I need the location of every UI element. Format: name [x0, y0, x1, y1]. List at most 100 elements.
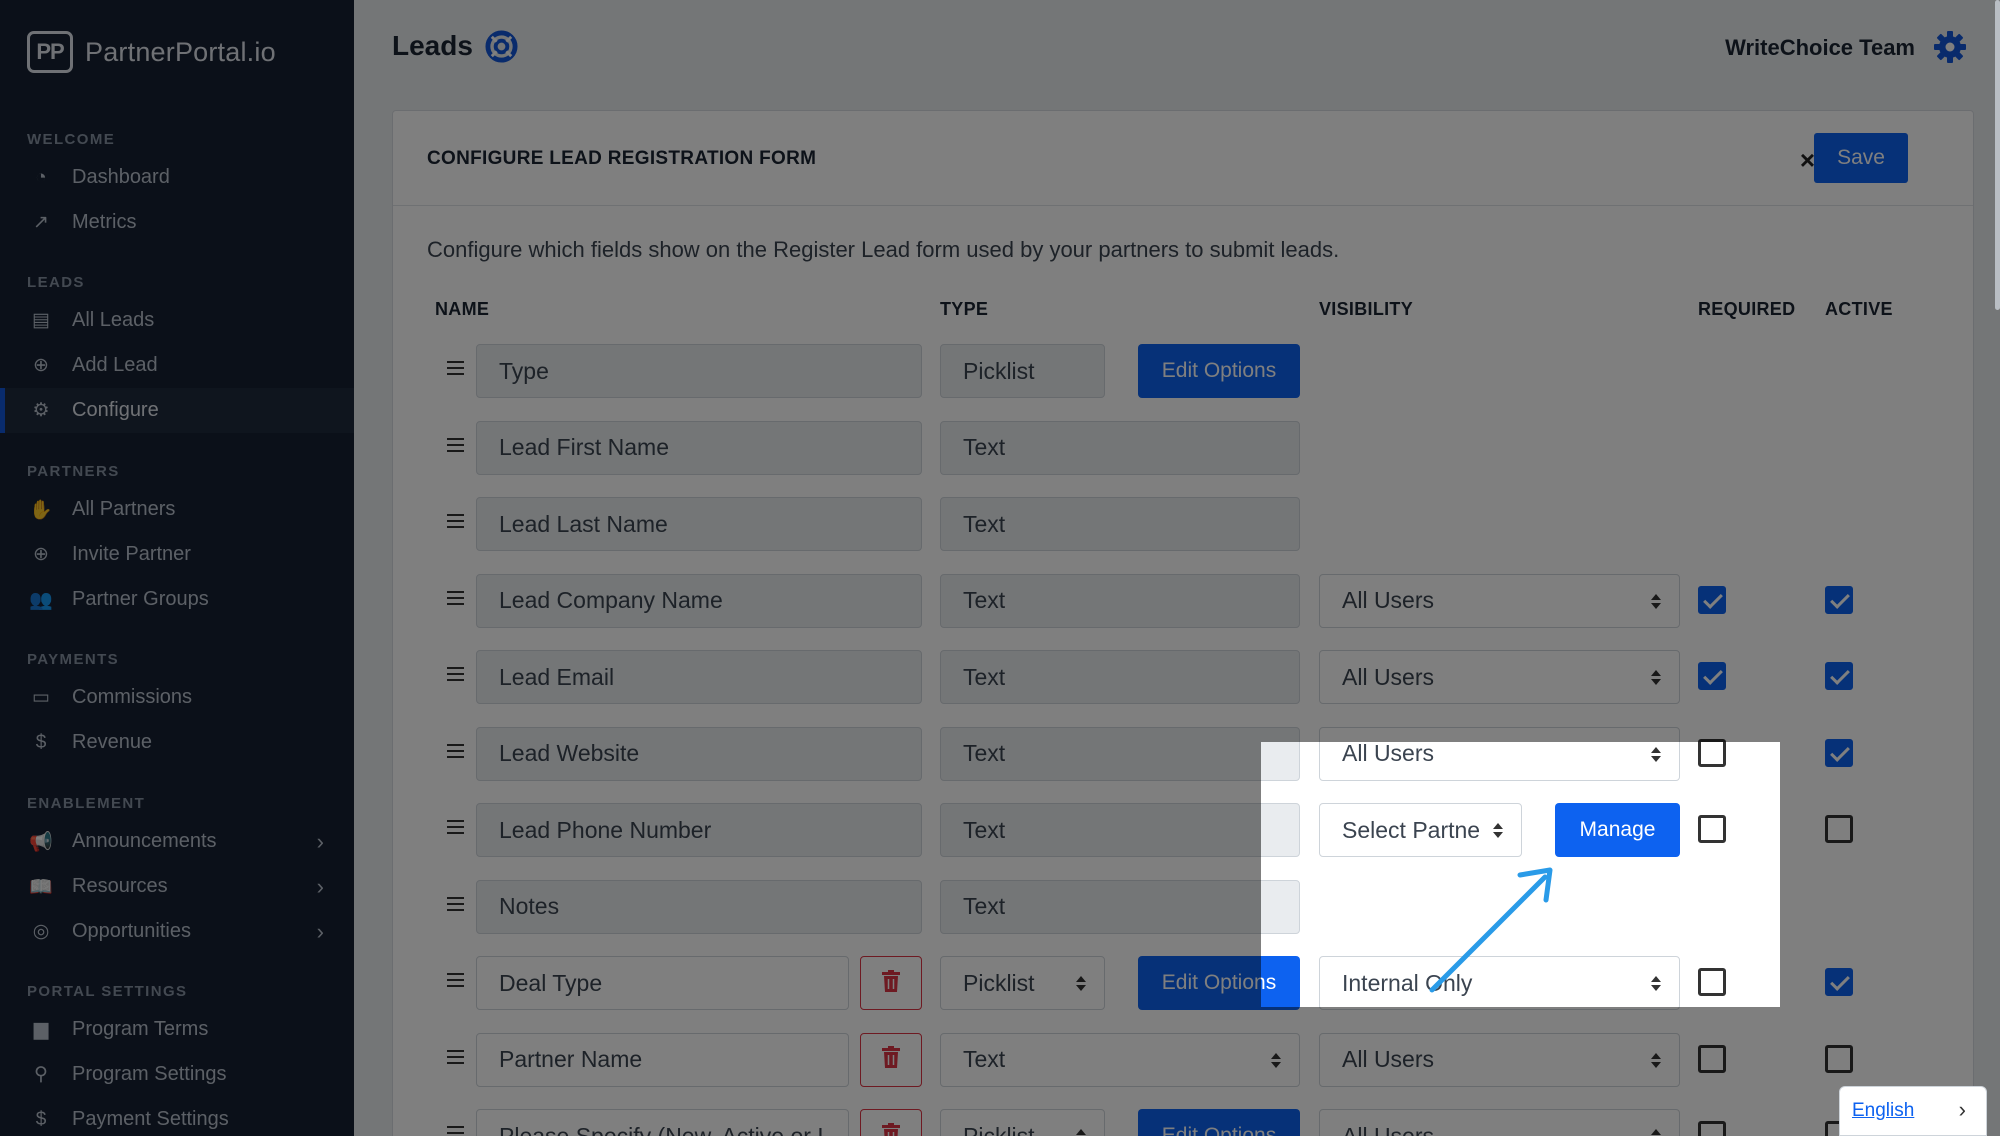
team-name[interactable]: WriteChoice Team — [1725, 35, 1915, 61]
chevron-right-icon[interactable]: › — [1959, 1097, 1966, 1123]
drag-handle-icon[interactable] — [447, 667, 464, 685]
gear-icon[interactable] — [1933, 30, 1967, 64]
active-checkbox[interactable] — [1825, 815, 1853, 843]
field-row: Lead Website Text All Users — [393, 726, 1973, 783]
field-type-value: Picklist — [963, 969, 1035, 996]
active-checkbox[interactable] — [1825, 585, 1853, 614]
brand-logo: PP — [27, 31, 73, 73]
sidebar-item-metrics[interactable]: ↗ Metrics — [0, 200, 354, 245]
drag-handle-icon[interactable] — [447, 1049, 464, 1068]
sidebar-item-all-partners[interactable]: ✋ All Partners — [0, 487, 354, 532]
field-type-select[interactable]: Picklist — [940, 1109, 1105, 1136]
active-checkbox[interactable] — [1825, 662, 1853, 690]
brand[interactable]: PP PartnerPortal.io — [27, 31, 276, 73]
sidebar-item-label: All Partners — [72, 498, 176, 520]
sidebar-item-configure[interactable]: ⚙ Configure — [0, 388, 354, 433]
drag-handle-icon[interactable] — [447, 514, 464, 532]
field-type-select: Picklist — [940, 344, 1105, 398]
visibility-select[interactable]: All Users — [1319, 726, 1680, 781]
required-checkbox[interactable] — [1698, 585, 1726, 614]
bullseye-icon: ◎ — [32, 921, 50, 942]
drag-handle-icon[interactable] — [447, 896, 464, 915]
drag-handle-icon[interactable] — [447, 743, 464, 762]
drag-handle-icon[interactable] — [447, 361, 464, 379]
sidebar-item-add-lead[interactable]: ⊕ Add Lead — [0, 343, 354, 388]
visibility-value: All Users — [1342, 740, 1435, 766]
delete-field-button[interactable] — [860, 956, 922, 1010]
required-checkbox[interactable] — [1698, 738, 1726, 767]
field-name-input: Lead First Name — [476, 420, 922, 475]
required-checkbox[interactable] — [1698, 662, 1726, 690]
field-type-select: Text — [940, 726, 1300, 781]
chevron-right-icon[interactable]: › — [317, 874, 324, 900]
scrollbar[interactable] — [1995, 0, 2000, 310]
sidebar-item-label: Program Terms — [72, 1018, 209, 1040]
edit-options-button[interactable]: Edit Options — [1138, 1109, 1300, 1136]
field-name-input: Lead Website — [476, 726, 922, 781]
visibility-select[interactable]: All Users — [1319, 1032, 1680, 1087]
field-name-input[interactable]: Deal Type — [476, 956, 849, 1010]
visibility-select[interactable]: All Users — [1319, 1109, 1680, 1136]
sidebar-item-all-leads[interactable]: ▤ All Leads — [0, 298, 354, 343]
required-checkbox[interactable] — [1698, 1121, 1726, 1136]
sidebar-item-program-terms[interactable]: ▆ Program Terms — [0, 1007, 354, 1052]
field-name-input[interactable]: Partner Name — [476, 1032, 849, 1087]
field-row: Type Picklist Edit Options — [393, 344, 1973, 400]
visibility-value: All Users — [1342, 1122, 1435, 1136]
manage-button[interactable]: Manage — [1555, 803, 1680, 857]
required-checkbox[interactable] — [1698, 1044, 1726, 1073]
field-name-input[interactable]: Please Specify (New, Active or I — [476, 1109, 849, 1136]
sidebar-item-commissions[interactable]: ▭ Commissions — [0, 675, 354, 720]
select-caret-icon — [1651, 670, 1661, 685]
edit-options-button[interactable]: Edit Options — [1138, 344, 1300, 398]
sidebar-item-dashboard[interactable]: ◔ Dashboard — [0, 155, 354, 200]
visibility-select[interactable]: Internal Only — [1319, 956, 1680, 1010]
life-ring-icon[interactable] — [485, 30, 518, 63]
field-row: Please Specify (New, Active or I Picklist… — [393, 1109, 1973, 1136]
drag-handle-icon[interactable] — [447, 1126, 464, 1136]
chevron-right-icon[interactable]: › — [317, 829, 324, 855]
delete-field-button[interactable] — [860, 1032, 922, 1087]
active-checkbox[interactable] — [1825, 968, 1853, 996]
select-caret-icon — [1076, 1129, 1086, 1136]
required-checkbox[interactable] — [1698, 968, 1726, 996]
sidebar-item-resources[interactable]: 📖 Resources › — [0, 864, 354, 909]
field-type-select[interactable]: Text — [940, 1032, 1300, 1087]
sidebar-item-label: Announcements — [72, 830, 217, 852]
language-link[interactable]: English — [1852, 1100, 1914, 1122]
language-selector[interactable]: English › — [1839, 1086, 1987, 1136]
close-button[interactable]: × — [1800, 145, 1815, 176]
drag-handle-icon[interactable] — [447, 973, 464, 991]
required-checkbox[interactable] — [1698, 815, 1726, 843]
drag-handle-icon[interactable] — [447, 590, 464, 609]
sidebar-item-label: Revenue — [72, 731, 153, 753]
visibility-select[interactable]: Select Partne — [1319, 803, 1522, 857]
field-type-select[interactable]: Picklist — [940, 956, 1105, 1010]
save-button[interactable]: Save — [1814, 133, 1908, 183]
sidebar-item-revenue[interactable]: $ Revenue — [0, 720, 354, 765]
edit-options-button[interactable]: Edit Options — [1138, 956, 1300, 1010]
sidebar-item-payment-settings[interactable]: $ Payment Settings — [0, 1097, 354, 1136]
drag-handle-icon[interactable] — [447, 437, 464, 456]
field-name-input: Type — [476, 344, 922, 398]
select-caret-icon — [1651, 1053, 1661, 1068]
visibility-select[interactable]: All Users — [1319, 573, 1680, 628]
visibility-select[interactable]: All Users — [1319, 650, 1680, 704]
field-name-input: Notes — [476, 879, 922, 934]
sidebar-item-opportunities[interactable]: ◎ Opportunities › — [0, 909, 354, 954]
megaphone-icon: 📢 — [29, 831, 53, 853]
sidebar-item-invite-partner[interactable]: ⊕ Invite Partner — [0, 532, 354, 577]
select-caret-icon — [1076, 976, 1086, 991]
sidebar-item-partner-groups[interactable]: 👥 Partner Groups — [0, 577, 354, 622]
credit-card-icon: ▭ — [32, 687, 50, 708]
sidebar-item-program-settings[interactable]: ⚲ Program Settings — [0, 1052, 354, 1097]
plus-circle-icon: ⊕ — [33, 544, 49, 565]
active-checkbox[interactable] — [1825, 738, 1853, 767]
delete-field-button[interactable] — [860, 1109, 922, 1136]
select-caret-icon — [1651, 1129, 1661, 1136]
active-checkbox[interactable] — [1825, 1044, 1853, 1073]
chevron-right-icon[interactable]: › — [317, 919, 324, 945]
drag-handle-icon[interactable] — [447, 820, 464, 838]
sidebar-item-label: Partner Groups — [72, 588, 209, 610]
sidebar-item-announcements[interactable]: 📢 Announcements › — [0, 819, 354, 864]
